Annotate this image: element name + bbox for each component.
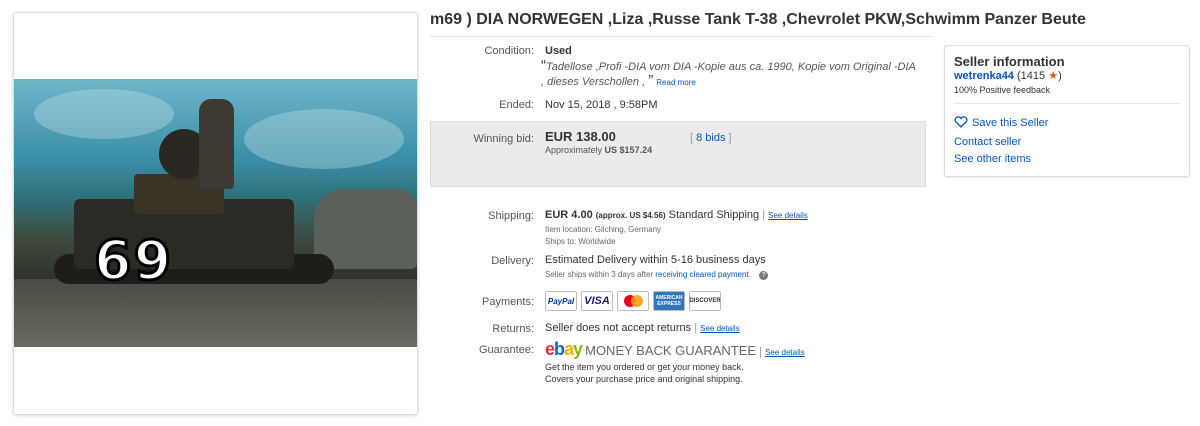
photo-car [314,189,417,269]
mastercard-icon [617,291,649,311]
seller-info-title: Seller information [954,54,1065,69]
winning-bid-amount: EUR 138.00 [545,129,616,144]
returns-see-details[interactable]: See details [700,324,740,333]
condition-label: Condition: [484,45,534,57]
bid-history-link[interactable]: 8 bids [696,132,725,144]
guarantee-line: ebay MONEY BACK GUARANTEE | See details [545,339,805,359]
returns-line: Seller does not accept returns | See det… [545,322,740,334]
guarantee-label: Guarantee: [478,344,534,356]
photo-cloud [34,89,174,139]
visa-icon: VISA [581,291,613,311]
shipping-method: Standard Shipping [668,209,760,221]
bid-panel [430,121,926,187]
photo-cloud [244,109,404,169]
payment-methods: PayPal VISA AMERICAN EXPRESS DISCOVER [545,291,721,311]
item-photo[interactable]: 69 [14,79,417,347]
seller-score[interactable]: (1415 [1017,70,1045,82]
help-icon[interactable]: ? [759,271,769,280]
condition-quote-text: Tadellose ,Profi -DIA vom DIA -Kopie aus… [541,61,916,88]
contact-seller-link[interactable]: Contact seller [954,136,1021,148]
guarantee-line-2: Covers your purchase price and original … [545,374,743,384]
approx-value: US $157.24 [604,145,653,155]
seller-info-box: Seller information wetrenka44 (1415 ★) 1… [944,45,1190,177]
seller-name-line: wetrenka44 (1415 ★) [954,69,1062,82]
save-seller-link[interactable]: Save this Seller [954,116,1048,129]
delivery-note-suffix: . [748,270,751,279]
close-quote: ” [648,72,654,89]
seller-score-close: ) [1058,70,1062,82]
delivery-value: Estimated Delivery within 5-16 business … [545,254,766,266]
ended-value: Nov 15, 2018 , 9:58PM [545,99,658,111]
photo-ground [14,279,417,347]
heart-icon [954,116,968,128]
delivery-label: Delivery: [491,255,534,267]
bid-count: [ 8 bids ] [690,132,732,144]
payments-label: Payments: [482,296,534,308]
delivery-note: Seller ships within 3 days after receivi… [545,270,769,280]
shipping-see-details[interactable]: See details [768,211,808,220]
returns-label: Returns: [492,323,534,335]
ended-label: Ended: [499,99,534,111]
seller-name-link[interactable]: wetrenka44 [954,70,1014,82]
star-icon: ★ [1048,70,1059,82]
title-divider [430,36,932,37]
paypal-icon: PayPal [545,291,577,311]
returns-value: Seller does not accept returns [545,322,692,334]
ebay-logo: ebay [545,339,583,359]
amex-icon: AMERICAN EXPRESS [653,291,685,311]
shipping-line: EUR 4.00 (approx. US $4.56) Standard Shi… [545,209,808,221]
save-seller-label: Save this Seller [972,117,1049,129]
item-location: Item location: Gilching, Germany [545,225,662,234]
approx-prefix: Approximately [545,145,603,155]
item-image-card[interactable]: 69 [13,12,418,415]
image-number-overlay: 69 [92,228,174,294]
winning-bid-label: Winning bid: [473,133,534,145]
see-other-items-link[interactable]: See other items [954,153,1031,165]
condition-description: “Tadellose ,Profi -DIA vom DIA -Kopie au… [541,58,921,90]
money-back-guarantee: MONEY BACK GUARANTEE [585,343,757,358]
guarantee-line-1: Get the item you ordered or get your mon… [545,362,744,372]
seller-feedback: 100% Positive feedback [954,85,1051,95]
shipping-amount: EUR 4.00 [545,209,593,221]
discover-icon: DISCOVER [689,291,721,311]
bracket-close: ] [728,132,732,144]
guarantee-see-details[interactable]: See details [765,348,805,357]
seller-divider [954,103,1180,104]
read-more-link[interactable]: Read more [656,78,696,87]
delivery-note-text: Seller ships within 3 days after [545,270,654,279]
photo-soldier [199,99,234,189]
shipping-label: Shipping: [488,210,534,222]
bracket-open: [ [690,132,694,144]
ships-to: Ships to: Worldwide [545,237,616,246]
condition-value: Used [545,45,572,57]
item-title: m69 ) DIA NORWEGEN ,Liza ,Russe Tank T-3… [430,11,1086,28]
approx-price: Approximately US $157.24 [545,145,652,155]
cleared-payment-link[interactable]: receiving cleared payment [655,270,748,279]
shipping-approx: (approx. US $4.56) [595,211,666,220]
